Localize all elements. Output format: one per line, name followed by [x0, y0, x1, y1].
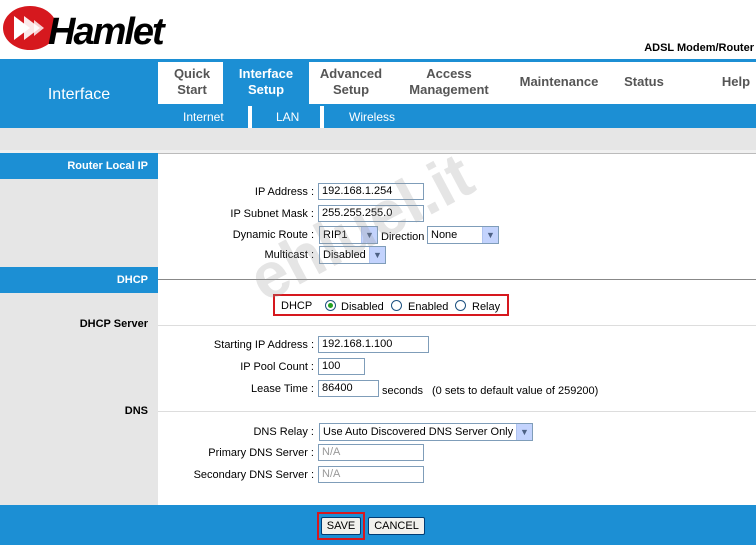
ip-address-label: IP Address :: [254, 186, 314, 198]
section-label-dns: DNS: [124, 405, 148, 417]
secondary-dns-input[interactable]: N/A: [318, 466, 424, 483]
product-name: ADSL Modem/Router: [644, 42, 754, 54]
chevron-down-icon: ▼: [482, 227, 498, 243]
chevron-down-icon: ▼: [361, 227, 377, 243]
dhcp-relay-label: Relay: [472, 301, 501, 313]
pool-count-label: IP Pool Count :: [240, 361, 314, 373]
direction-label: Direction: [381, 231, 425, 243]
subtab-divider: [248, 106, 252, 128]
lease-time-note: (0 sets to default value of 259200): [432, 385, 599, 397]
dns-relay-select[interactable]: Use Auto Discovered DNS Server Only ▼: [319, 423, 533, 441]
footer-action-bar: [158, 505, 756, 545]
dhcp-disabled-radio[interactable]: [325, 300, 336, 311]
tab-access-management[interactable]: Access Management: [400, 66, 498, 98]
dynamic-route-select[interactable]: RIP1 ▼: [319, 226, 378, 244]
dynamic-route-value: RIP1: [323, 229, 348, 241]
starting-ip-label: Starting IP Address :: [213, 339, 314, 351]
tab-quick-start[interactable]: Quick Start: [166, 66, 218, 98]
dns-relay-label: DNS Relay :: [253, 426, 314, 438]
dns-relay-value: Use Auto Discovered DNS Server Only: [323, 426, 514, 438]
hamlet-logo-icon: Hamlet: [3, 6, 168, 53]
content-top-band: [0, 128, 756, 150]
section-header-router-local-ip: Router Local IP: [0, 153, 158, 179]
tab-help[interactable]: Help: [716, 74, 756, 90]
dhcp-relay-radio[interactable]: [455, 300, 466, 311]
save-button[interactable]: SAVE: [321, 517, 361, 535]
tab-maintenance[interactable]: Maintenance: [511, 74, 607, 90]
dhcp-enabled-radio[interactable]: [391, 300, 402, 311]
subtab-lan[interactable]: LAN: [276, 110, 299, 124]
subtab-internet[interactable]: Internet: [183, 110, 224, 124]
primary-dns-label: Primary DNS Server :: [208, 447, 314, 459]
pool-count-input[interactable]: 100: [318, 358, 365, 375]
primary-dns-input[interactable]: N/A: [318, 444, 424, 461]
lease-time-input[interactable]: 86400: [318, 380, 379, 397]
dhcp-enabled-label: Enabled: [408, 301, 449, 313]
logo-wordmark: Hamlet: [48, 11, 166, 52]
starting-ip-input[interactable]: 192.168.1.100: [318, 336, 429, 353]
chevron-down-icon: ▼: [369, 247, 385, 263]
multicast-value: Disabled: [323, 249, 366, 261]
section-divider: [158, 279, 756, 280]
lease-time-unit: seconds: [382, 385, 423, 397]
brand-logo: Hamlet: [0, 0, 200, 53]
multicast-label: Multicast :: [264, 249, 314, 261]
dynamic-route-label: Dynamic Route :: [232, 229, 314, 241]
lease-time-label: Lease Time :: [251, 383, 314, 395]
tab-status[interactable]: Status: [616, 74, 672, 90]
tab-interface-setup[interactable]: Interface Setup: [225, 66, 307, 98]
dhcp-disabled-label: Disabled: [341, 301, 384, 313]
ip-address-input[interactable]: 192.168.1.254: [318, 183, 424, 200]
secondary-dns-label: Secondary DNS Server :: [193, 469, 314, 481]
subnet-mask-input[interactable]: 255.255.255.0: [318, 205, 424, 222]
row-divider: [158, 325, 756, 326]
footer-left-panel: [0, 505, 158, 545]
subtab-divider: [320, 106, 324, 128]
cancel-button[interactable]: CANCEL: [368, 517, 425, 535]
row-divider: [158, 411, 756, 412]
subnet-mask-label: IP Subnet Mask :: [230, 208, 314, 220]
direction-select[interactable]: None ▼: [427, 226, 499, 244]
section-header-dhcp: DHCP: [0, 267, 158, 293]
tab-advanced-setup[interactable]: Advanced Setup: [313, 66, 389, 98]
chevron-down-icon: ▼: [516, 424, 532, 440]
dhcp-label: DHCP: [281, 300, 313, 312]
subtab-wireless[interactable]: Wireless: [349, 110, 395, 124]
nav-section-label: Interface: [47, 86, 111, 103]
section-label-dhcp-server: DHCP Server: [79, 318, 148, 330]
section-divider: [158, 153, 756, 154]
direction-value: None: [431, 229, 458, 241]
multicast-select[interactable]: Disabled ▼: [319, 246, 386, 264]
